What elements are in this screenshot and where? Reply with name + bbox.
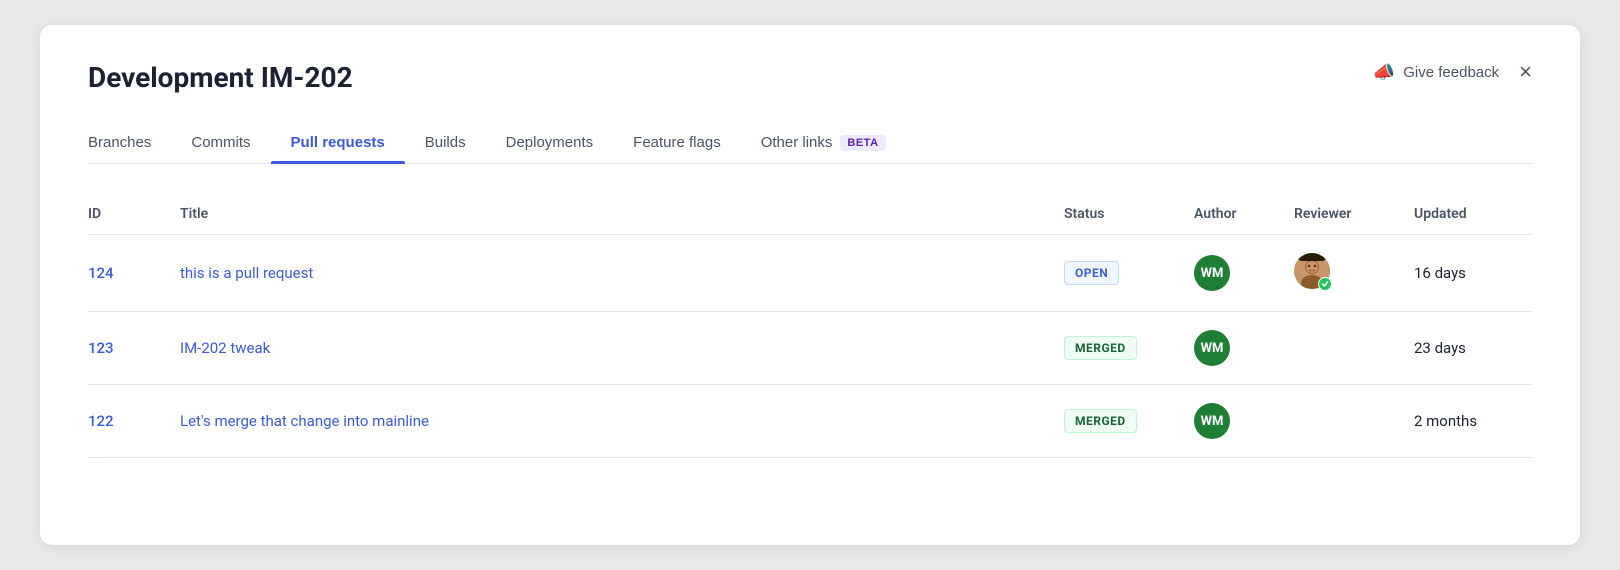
- updated-cell-124: 16 days: [1402, 235, 1532, 312]
- reviewer-wrap-124: [1294, 253, 1330, 289]
- megaphone-icon: 📣: [1373, 62, 1395, 83]
- table-row: 124 this is a pull request OPEN WM: [88, 235, 1532, 312]
- pr-title-link-124[interactable]: this is a pull request: [180, 264, 313, 282]
- tab-other-links[interactable]: Other linksBETA: [741, 122, 906, 163]
- author-avatar-124: WM: [1194, 255, 1230, 291]
- beta-badge: BETA: [840, 135, 885, 151]
- tab-feature-flags[interactable]: Feature flags: [613, 122, 741, 163]
- col-header-updated: Updated: [1402, 196, 1532, 235]
- pr-id-link-123[interactable]: 123: [88, 339, 114, 357]
- tab-deployments[interactable]: Deployments: [486, 122, 614, 163]
- reviewer-cell-123: [1282, 312, 1402, 385]
- pull-requests-table: ID Title Status Author Reviewer Updated …: [88, 196, 1532, 458]
- updated-cell-122: 2 months: [1402, 385, 1532, 458]
- author-avatar-123: WM: [1194, 330, 1230, 366]
- close-button[interactable]: ×: [1519, 61, 1532, 83]
- col-header-status: Status: [1052, 196, 1182, 235]
- page-title: Development IM-202: [88, 61, 353, 94]
- col-header-reviewer: Reviewer: [1282, 196, 1402, 235]
- card-header: Development IM-202 📣 Give feedback ×: [88, 61, 1532, 94]
- tab-branches[interactable]: Branches: [88, 122, 171, 163]
- status-badge-merged-122: MERGED: [1064, 409, 1137, 433]
- pr-id-link-122[interactable]: 122: [88, 412, 114, 430]
- updated-cell-123: 23 days: [1402, 312, 1532, 385]
- col-header-id: ID: [88, 196, 168, 235]
- table-header-row: ID Title Status Author Reviewer Updated: [88, 196, 1532, 235]
- author-avatar-122: WM: [1194, 403, 1230, 439]
- status-badge-merged-123: MERGED: [1064, 336, 1137, 360]
- col-header-author: Author: [1182, 196, 1282, 235]
- col-header-title: Title: [168, 196, 1052, 235]
- tab-commits[interactable]: Commits: [171, 122, 270, 163]
- feedback-button[interactable]: 📣 Give feedback: [1373, 62, 1499, 83]
- pr-title-link-122[interactable]: Let's merge that change into mainline: [180, 412, 429, 430]
- tab-pull-requests[interactable]: Pull requests: [271, 122, 405, 163]
- status-badge-open: OPEN: [1064, 261, 1119, 285]
- table-row: 123 IM-202 tweak MERGED WM 23 days: [88, 312, 1532, 385]
- reviewer-cell-122: [1282, 385, 1402, 458]
- header-actions: 📣 Give feedback ×: [1373, 61, 1532, 83]
- tab-bar: Branches Commits Pull requests Builds De…: [88, 122, 1532, 164]
- table-row: 122 Let's merge that change into mainlin…: [88, 385, 1532, 458]
- pr-title-link-123[interactable]: IM-202 tweak: [180, 339, 270, 357]
- checkmark-icon: [1321, 280, 1329, 288]
- pr-id-link-124[interactable]: 124: [88, 264, 114, 282]
- reviewer-check-badge: [1318, 277, 1332, 291]
- tab-builds[interactable]: Builds: [405, 122, 486, 163]
- main-card: Development IM-202 📣 Give feedback × Bra…: [40, 25, 1580, 545]
